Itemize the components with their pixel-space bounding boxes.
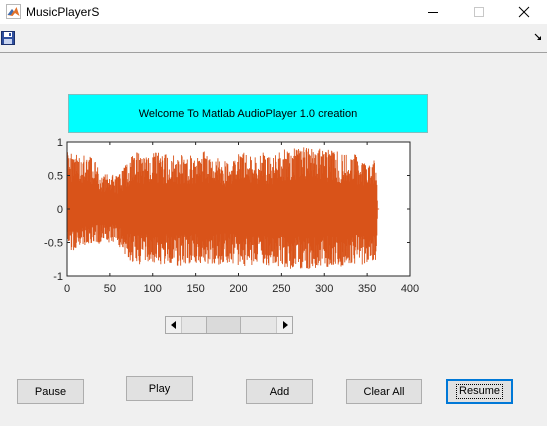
add-button[interactable]: Add — [246, 379, 313, 404]
y-tick-label: 0.5 — [48, 171, 63, 183]
figure-toolbar — [0, 24, 547, 53]
welcome-text: Welcome To Matlab AudioPlayer 1.0 creati… — [138, 107, 358, 120]
minimize-button[interactable] — [410, 0, 456, 24]
window-title: MusicPlayerS — [26, 5, 100, 19]
slider-left-arrow[interactable] — [166, 317, 182, 333]
dock-arrow-icon[interactable] — [534, 33, 542, 41]
matlab-icon — [6, 4, 21, 19]
close-button[interactable] — [501, 0, 547, 24]
y-tick-label: -0.5 — [44, 238, 63, 250]
x-tick-label: 350 — [358, 283, 376, 295]
maximize-button[interactable] — [456, 0, 502, 24]
maximize-icon — [474, 7, 484, 17]
x-tick-label: 150 — [186, 283, 204, 295]
x-tick-label: 50 — [104, 283, 116, 295]
resume-button[interactable]: Resume — [446, 379, 513, 404]
clear-all-button[interactable]: Clear All — [346, 379, 422, 404]
music-player-window: MusicPlayerS Welcome To Matlab AudioPlay… — [0, 0, 547, 426]
y-tick-label: 1 — [57, 137, 63, 149]
slider-track[interactable] — [182, 317, 276, 333]
plot-area[interactable] — [66, 141, 411, 277]
close-icon — [518, 6, 530, 18]
arrow-left-icon — [170, 321, 176, 329]
slider-right-arrow[interactable] — [276, 317, 292, 333]
arrow-right-icon — [282, 321, 288, 329]
x-tick-label: 0 — [64, 283, 70, 295]
y-tick-label: 0 — [57, 204, 63, 216]
save-icon[interactable] — [1, 31, 15, 45]
play-button[interactable]: Play — [126, 376, 193, 401]
x-tick-label: 300 — [315, 283, 333, 295]
pause-button[interactable]: Pause — [17, 379, 84, 404]
x-tick-label: 100 — [144, 283, 162, 295]
welcome-banner: Welcome To Matlab AudioPlayer 1.0 creati… — [68, 94, 428, 133]
x-tick-label: 200 — [229, 283, 247, 295]
resume-label: Resume — [456, 384, 503, 399]
y-tick-label: -1 — [53, 271, 63, 283]
title-bar: MusicPlayerS — [0, 0, 547, 24]
x-tick-label: 250 — [272, 283, 290, 295]
slider-thumb[interactable] — [205, 317, 241, 333]
minimize-icon — [428, 12, 438, 13]
waveform-plot: 0 50 100 150 200 250 300 350 400 -1 -0.5 0 0.5 1 — [44, 137, 419, 295]
position-slider[interactable] — [165, 316, 293, 334]
x-tick-label: 400 — [401, 283, 419, 295]
